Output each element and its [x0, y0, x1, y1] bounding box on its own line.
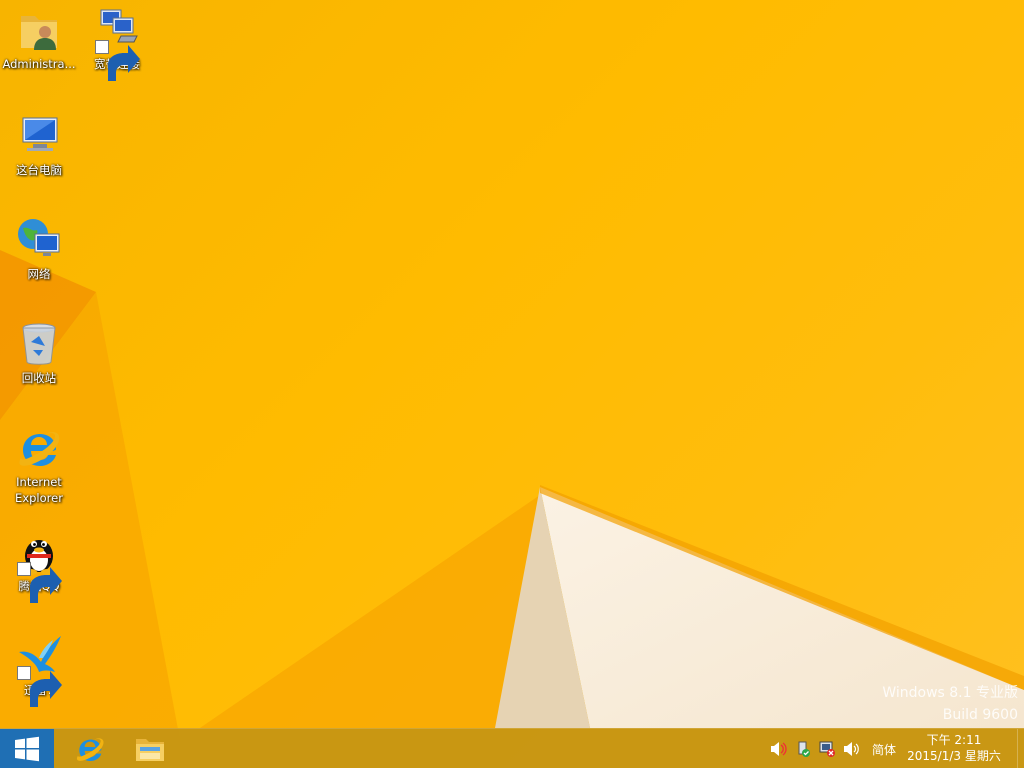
- internet-explorer-icon: [15, 424, 63, 472]
- taskbar-internet-explorer[interactable]: [60, 731, 120, 767]
- desktop-icon-administrator[interactable]: Administra...: [0, 6, 78, 72]
- clock-time: 下午 2:11: [926, 733, 982, 747]
- desktop-icon-recycle-bin[interactable]: 回收站: [0, 320, 78, 386]
- clock-date: 2015/1/3 星期六: [907, 749, 1001, 763]
- taskbar-file-explorer[interactable]: [120, 731, 180, 767]
- show-desktop-button[interactable]: [1017, 729, 1024, 768]
- watermark-edition: Windows 8.1 专业版: [882, 685, 1018, 701]
- desktop[interactable]: Administra... 宽带连接: [0, 0, 1024, 768]
- volume-icon[interactable]: [842, 740, 860, 758]
- desktop-icon-network[interactable]: 网络: [0, 216, 78, 282]
- shortcut-arrow-icon: [17, 562, 62, 603]
- desktop-icon-label: 这台电脑: [16, 163, 62, 177]
- recycle-bin-icon: [15, 320, 63, 368]
- network-disconnected-icon[interactable]: [818, 740, 836, 758]
- desktop-icon-label: Administra...: [2, 57, 76, 71]
- desktop-icon-thunder[interactable]: 迅雷7: [0, 632, 78, 707]
- this-pc-icon: [15, 112, 63, 160]
- watermark-build: Build 9600: [942, 707, 1018, 723]
- start-button[interactable]: [0, 729, 54, 768]
- desktop-icon-internet-explorer[interactable]: Internet Explorer: [0, 424, 78, 506]
- desktop-icon-qq[interactable]: 腾讯QQ: [0, 528, 78, 603]
- qq-penguin-icon: [15, 528, 63, 603]
- desktop-icon-broadband[interactable]: 宽带连接: [78, 6, 156, 81]
- shortcut-arrow-icon: [17, 666, 62, 707]
- user-folder-icon: [15, 6, 63, 54]
- ime-indicator[interactable]: 简体: [872, 741, 896, 758]
- volume-muted-icon[interactable]: [769, 740, 787, 758]
- desktop-icon-label: Internet Explorer: [15, 475, 63, 505]
- desktop-icon-label: 回收站: [21, 371, 57, 385]
- usb-device-icon[interactable]: [794, 740, 812, 758]
- shortcut-arrow-icon: [95, 40, 140, 81]
- clock[interactable]: 下午 2:11 2015/1/3 星期六: [904, 732, 1004, 764]
- network-icon: [15, 216, 63, 264]
- desktop-icon-this-pc[interactable]: 这台电脑: [0, 112, 78, 178]
- taskbar: 简体 下午 2:11 2015/1/3 星期六: [0, 728, 1024, 768]
- os-version-watermark: Windows 8.1 专业版 Build 9600: [882, 682, 1018, 726]
- thunder-bird-icon: [15, 632, 63, 707]
- system-tray: 简体 下午 2:11 2015/1/3 星期六: [764, 729, 1024, 768]
- broadband-connection-icon: [93, 6, 141, 81]
- wallpaper: [0, 250, 1024, 740]
- windows-logo-icon: [15, 736, 39, 762]
- desktop-icon-label: 网络: [27, 267, 51, 281]
- file-explorer-icon: [136, 739, 164, 761]
- internet-explorer-icon: [76, 738, 104, 761]
